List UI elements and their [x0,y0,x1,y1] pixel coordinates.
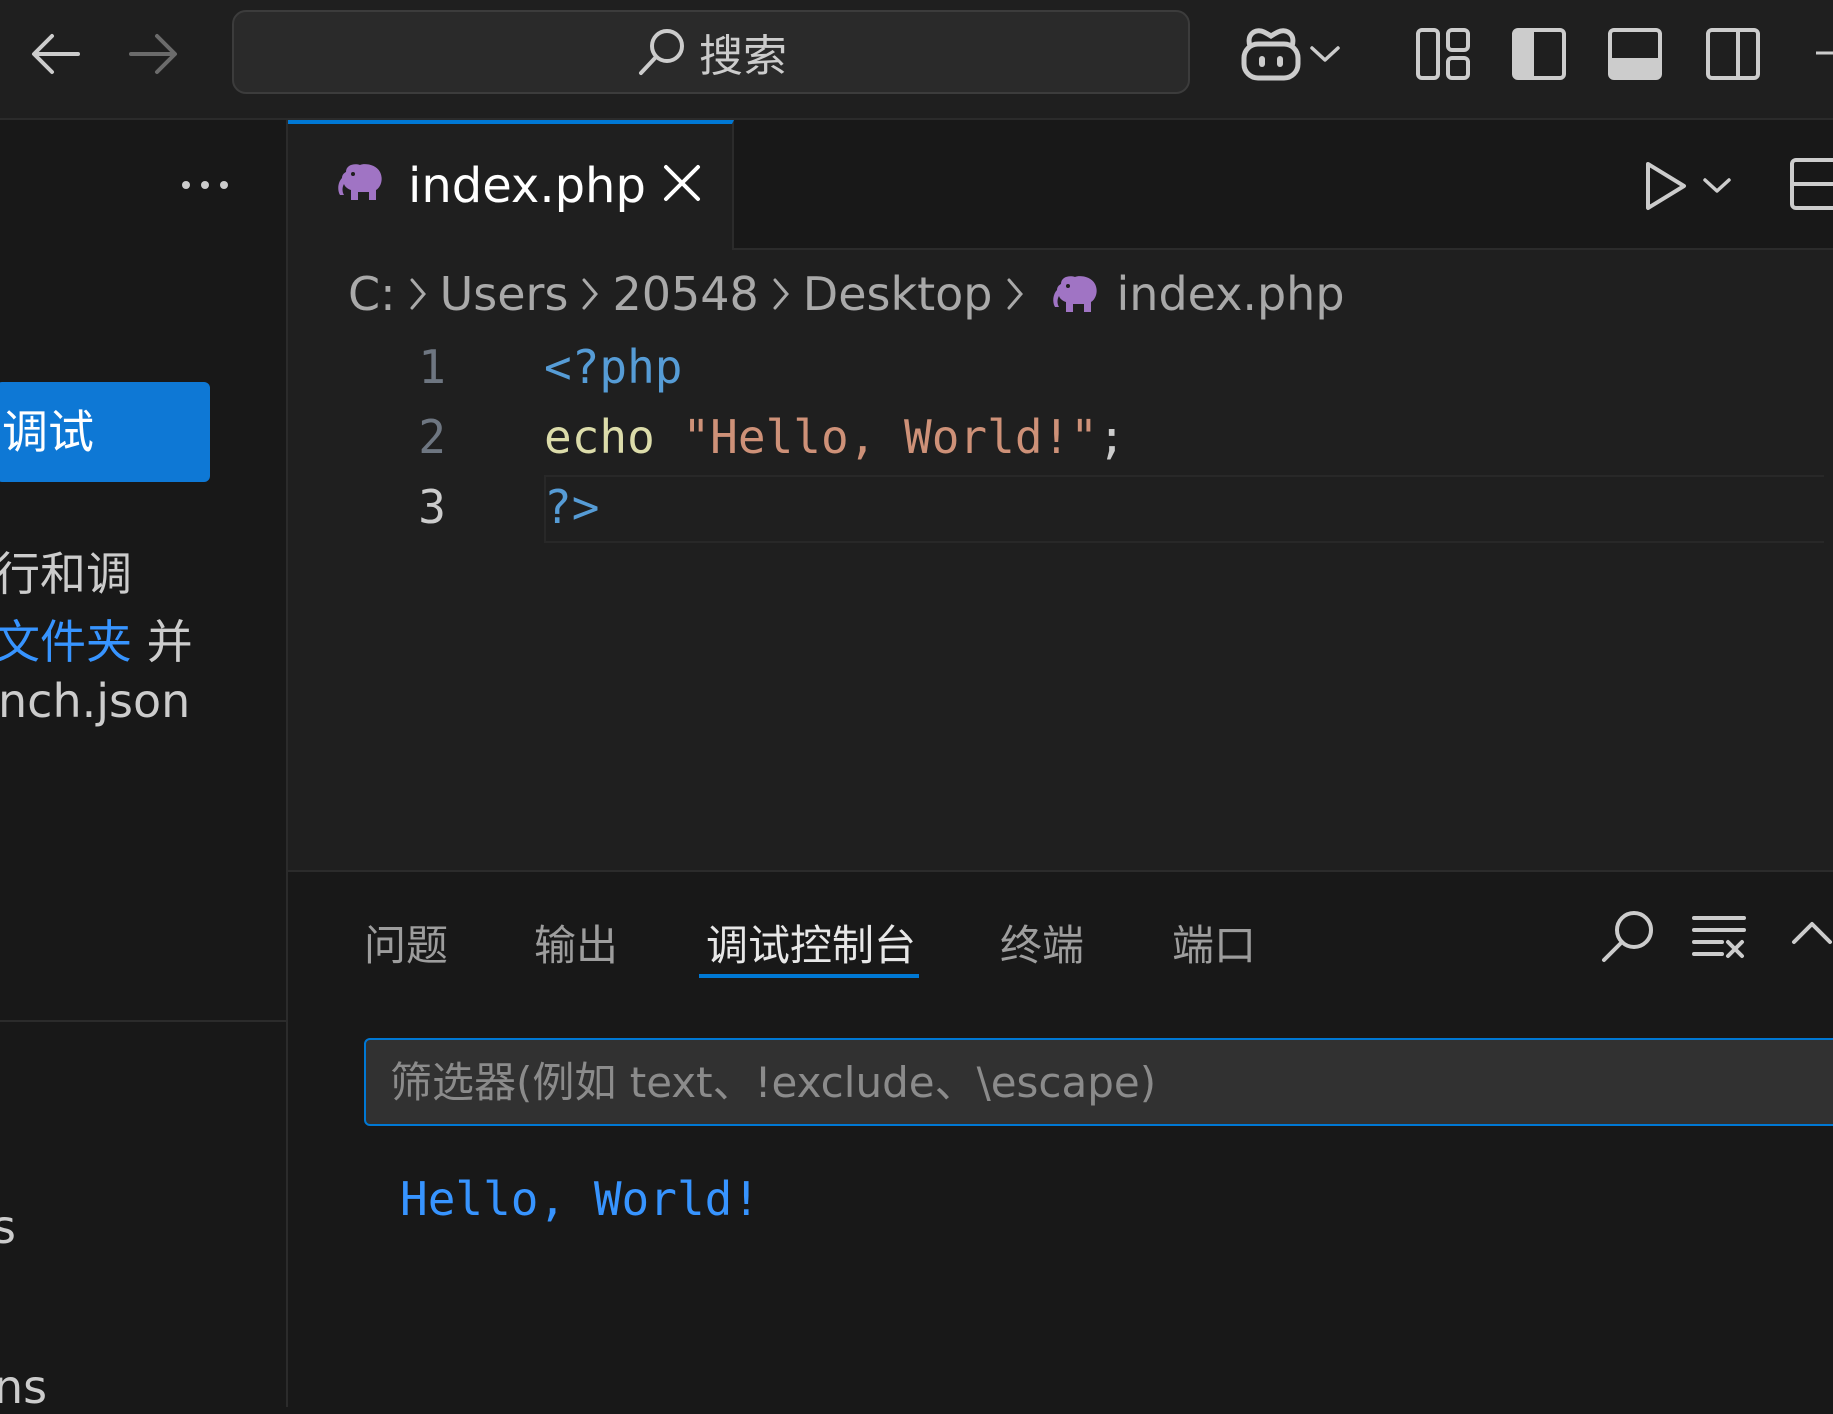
code-token: <?php [544,340,683,394]
chevron-right-icon [578,274,602,314]
open-folder-link[interactable]: 文件夹 [0,615,132,669]
code-line[interactable]: <?php [544,340,682,394]
line-number: 2 [418,410,446,464]
sidebar-divider [0,1020,286,1022]
line-number: 3 [418,480,446,534]
forward-arrow-icon[interactable] [125,28,181,80]
tab-terminal[interactable]: 终端 [1000,912,1084,973]
breadcrumb-user-folder[interactable]: 20548 [612,267,758,321]
active-tab-indicator [699,974,919,978]
search-label: 搜索 [699,31,787,82]
command-center-search[interactable]: 搜索 [232,10,1190,94]
tab-problems[interactable]: 问题 [364,912,448,973]
copilot-icon [1238,24,1304,84]
php-elephant-icon [336,162,386,202]
chevron-down-icon [1702,176,1732,196]
search-icon [635,25,689,79]
breadcrumb-file[interactable]: index.php [1117,267,1345,321]
console-output-line: Hello, World! [400,1172,761,1226]
chevron-right-icon [406,274,430,314]
tab-ports[interactable]: 端口 [1172,912,1256,973]
chevron-right-icon [1003,274,1027,314]
tab-output[interactable]: 输出 [534,912,618,973]
close-icon[interactable] [662,163,702,203]
play-icon [1644,160,1688,212]
current-line-highlight [544,475,1824,543]
clear-console-icon[interactable] [1690,912,1748,962]
sidebar-description-line2: 文件夹 并 [0,606,193,672]
sidebar-description-line1: 行和调 [0,547,132,601]
sidebar-description-suffix: 并 [132,615,193,669]
copilot-menu-button[interactable] [1238,24,1348,84]
toggle-primary-sidebar-icon[interactable] [1510,26,1568,82]
chevron-up-icon[interactable] [1790,918,1833,948]
toggle-panel-icon[interactable] [1606,26,1664,82]
code-token: ?> [544,480,600,534]
minimize-icon[interactable] [1814,50,1833,56]
sidebar-description-line3: nch.json [0,674,191,728]
more-actions-icon[interactable] [178,158,232,212]
breadcrumb-desktop[interactable]: Desktop [803,267,993,321]
sidebar-lower-item[interactable]: ns [0,1360,47,1414]
chevron-down-icon [1308,42,1342,66]
toggle-secondary-sidebar-icon[interactable] [1704,26,1762,82]
sidebar-lower-item[interactable]: s [0,1200,16,1254]
search-icon[interactable] [1598,906,1658,966]
php-elephant-icon [1051,274,1101,314]
code-line[interactable]: ?> [544,480,599,534]
tab-label: index.php [408,158,646,214]
customize-layout-icon[interactable] [1414,26,1472,82]
code-line[interactable]: echo "Hello, World!"; [544,410,1126,464]
code-token: "Hello, World!" [682,410,1098,464]
breadcrumb-users[interactable]: Users [440,267,569,321]
code-token: ; [1097,410,1126,464]
filter-input[interactable] [366,1040,1833,1124]
sidebar-run-and-debug [0,120,288,1407]
breadcrumb-drive[interactable]: C: [348,267,396,321]
code-editor[interactable] [288,250,1833,870]
run-php-button[interactable] [1644,160,1744,212]
line-number: 1 [418,340,446,394]
filter-input-container [364,1038,1833,1126]
back-arrow-icon[interactable] [28,28,84,80]
tab-debug-console[interactable]: 调试控制台 [706,912,916,973]
run-and-debug-button[interactable]: 调试 [0,382,210,482]
split-editor-icon[interactable] [1788,156,1833,212]
chevron-right-icon [769,274,793,314]
breadcrumb: C: Users 20548 Desktop index.php [348,262,1345,326]
code-token: echo [544,410,683,464]
